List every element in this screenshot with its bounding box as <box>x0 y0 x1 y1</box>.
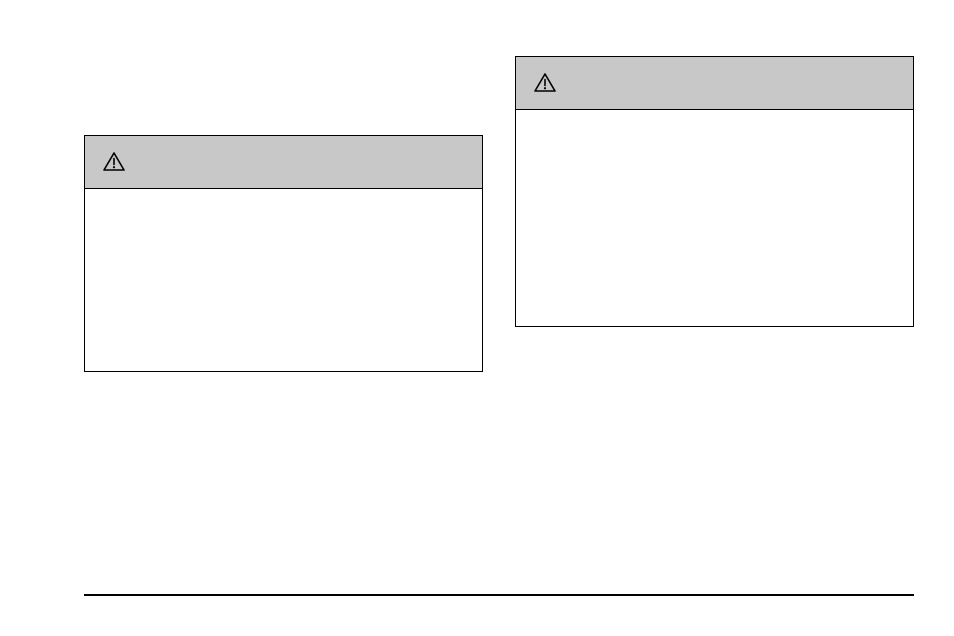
horizontal-rule <box>84 594 914 596</box>
warning-triangle-icon <box>534 73 556 93</box>
warning-body-right <box>516 110 913 130</box>
warning-header-left <box>85 136 482 189</box>
warning-body-left <box>85 189 482 209</box>
warning-triangle-icon <box>103 152 125 172</box>
warning-box-right <box>515 56 914 327</box>
warning-box-left <box>84 135 483 372</box>
warning-header-right <box>516 57 913 110</box>
